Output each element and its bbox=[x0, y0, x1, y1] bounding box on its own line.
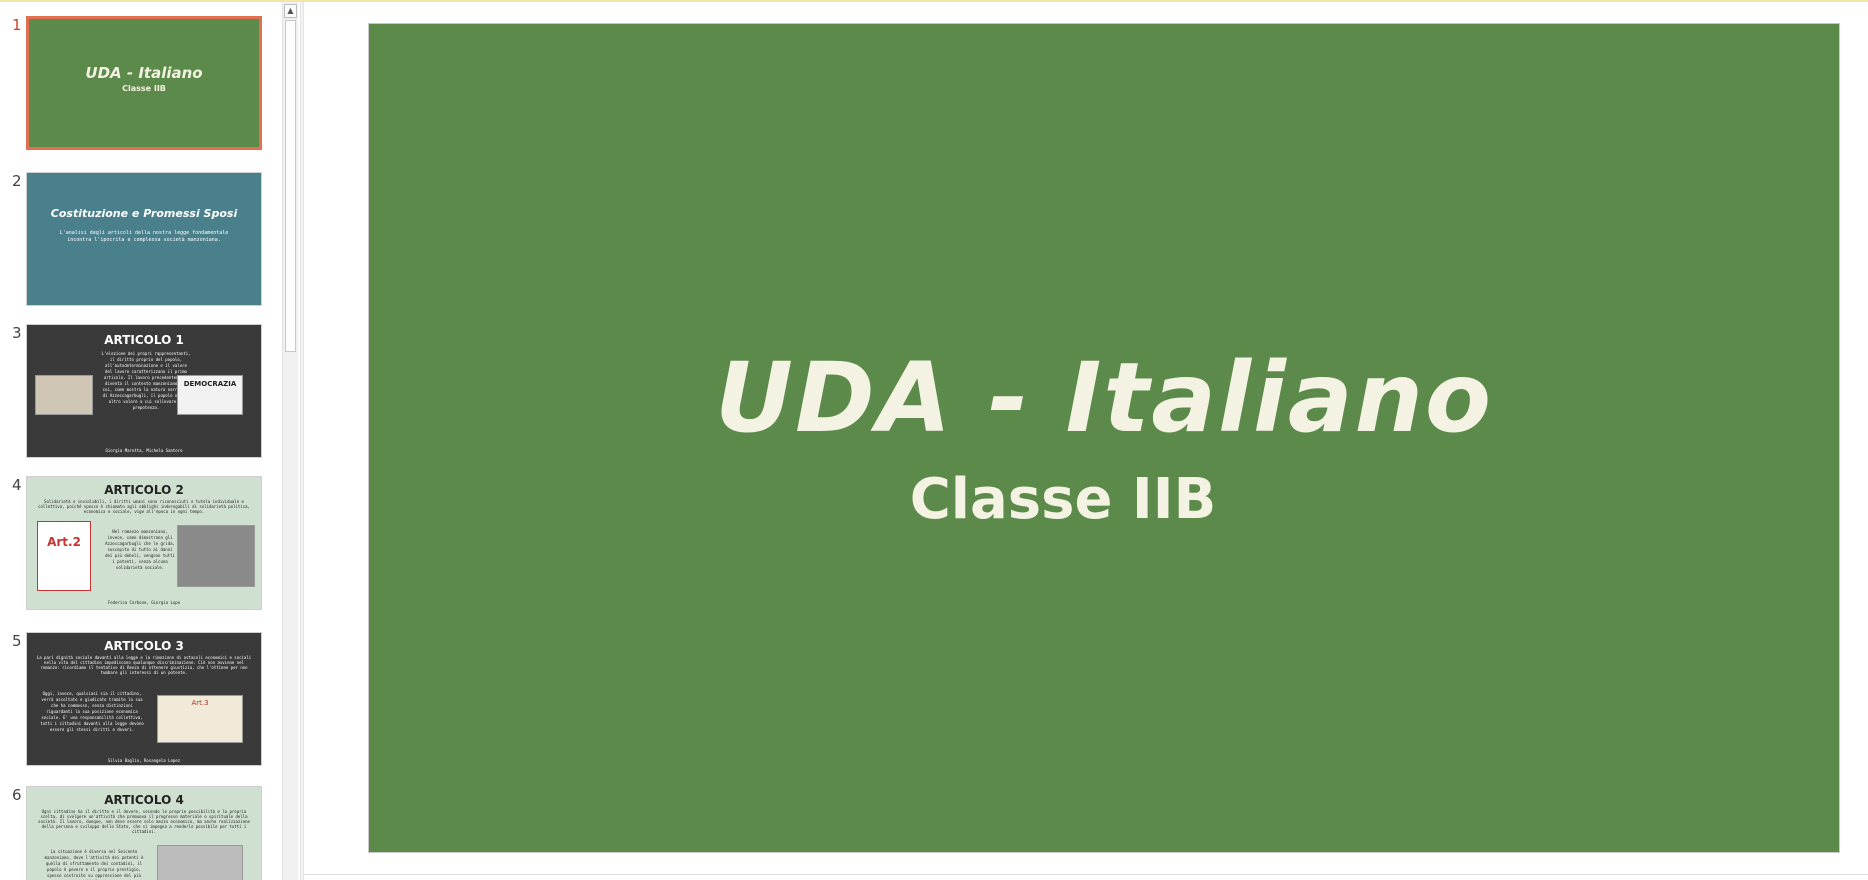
slide-body: Solidarietà e inviolabili, i diritti uma… bbox=[38, 499, 250, 514]
slide-image-art3: Art.3 bbox=[157, 695, 243, 743]
slide-title: Costituzione e Promessi Sposi bbox=[50, 207, 238, 220]
slide-number: 4 bbox=[12, 476, 22, 494]
slide-number: 6 bbox=[12, 786, 22, 804]
slide-side-text: Oggi, invece, qualsiasi sia il cittadino… bbox=[40, 691, 144, 732]
editor-bottom-border bbox=[304, 874, 1868, 875]
slide-title: ARTICOLO 1 bbox=[104, 333, 184, 347]
slide-background: ARTICOLO 1 L'elezione dei propri rappres… bbox=[27, 325, 261, 457]
slide-body: L'analisi degli articoli della nostra le… bbox=[59, 230, 229, 243]
slide-background: UDA - Italiano Classe IIB bbox=[29, 19, 259, 147]
slide-number: 1 bbox=[12, 16, 22, 34]
slide-body: Ogni cittadino ha il diritto e il dovere… bbox=[38, 809, 250, 834]
slide-image bbox=[35, 375, 93, 415]
slide-preview[interactable]: ARTICOLO 1 L'elezione dei propri rappres… bbox=[26, 324, 262, 458]
slide-preview[interactable]: ARTICOLO 4 Ogni cittadino ha il diritto … bbox=[26, 786, 262, 880]
slide-title: ARTICOLO 4 bbox=[104, 793, 184, 807]
scroll-up-arrow-icon[interactable]: ▲ bbox=[284, 4, 297, 18]
slide-preview[interactable]: Costituzione e Promessi Sposi L'analisi … bbox=[26, 172, 262, 306]
slide-preview[interactable]: ARTICOLO 3 La pari dignità sociale davan… bbox=[26, 632, 262, 766]
slide-background: Costituzione e Promessi Sposi L'analisi … bbox=[27, 173, 261, 305]
slide-editor: UDA - Italiano Classe IIB bbox=[304, 2, 1868, 880]
slide-thumbnail-pane[interactable]: 1 UDA - Italiano Classe IIB 2 Costituzio… bbox=[0, 2, 280, 880]
slide-image-art2: Art.2 bbox=[37, 521, 91, 591]
slide-preview[interactable]: UDA - Italiano Classe IIB bbox=[26, 16, 262, 150]
slide-body: La pari dignità sociale davanti alla leg… bbox=[36, 655, 252, 675]
slide-title: UDA - Italiano bbox=[85, 64, 203, 82]
slide-number: 5 bbox=[12, 632, 22, 650]
slide-title: ARTICOLO 2 bbox=[104, 483, 184, 497]
slide-background: ARTICOLO 2 Solidarietà e inviolabili, i … bbox=[27, 477, 261, 609]
slide-background: ARTICOLO 4 Ogni cittadino ha il diritto … bbox=[27, 787, 261, 880]
slide-authors: Silvia Baglio, Rosangela Lopez bbox=[107, 758, 181, 763]
thumbnail-scrollbar[interactable]: ▲ bbox=[282, 2, 298, 880]
slide-authors: Federica Carbone, Giorgia Lupo bbox=[107, 600, 181, 605]
slide-image bbox=[177, 525, 255, 587]
slide-side-text: Nel romanzo manzoniano, invece, come dim… bbox=[105, 529, 175, 570]
slide-number: 2 bbox=[12, 172, 22, 190]
slide-background: ARTICOLO 3 La pari dignità sociale davan… bbox=[27, 633, 261, 765]
slide-side-text: La situazione è diversa nel Seicento man… bbox=[44, 849, 144, 880]
slide-title[interactable]: UDA - Italiano bbox=[369, 342, 1839, 454]
slide-preview[interactable]: ARTICOLO 2 Solidarietà e inviolabili, i … bbox=[26, 476, 262, 610]
slide-image-democrazia: DEMOCRAZIA bbox=[177, 375, 243, 415]
slide-number: 3 bbox=[12, 324, 22, 342]
scrollbar-thumb[interactable] bbox=[285, 20, 296, 352]
slide-image bbox=[157, 845, 243, 880]
slide-subtitle: Classe IIB bbox=[122, 84, 166, 93]
slide-subtitle[interactable]: Classe IIB bbox=[369, 467, 1839, 532]
slide-authors: Giorgia Marotta, Michela Santoro bbox=[105, 448, 183, 453]
slide-title: ARTICOLO 3 bbox=[104, 639, 184, 653]
current-slide[interactable]: UDA - Italiano Classe IIB bbox=[368, 23, 1840, 853]
